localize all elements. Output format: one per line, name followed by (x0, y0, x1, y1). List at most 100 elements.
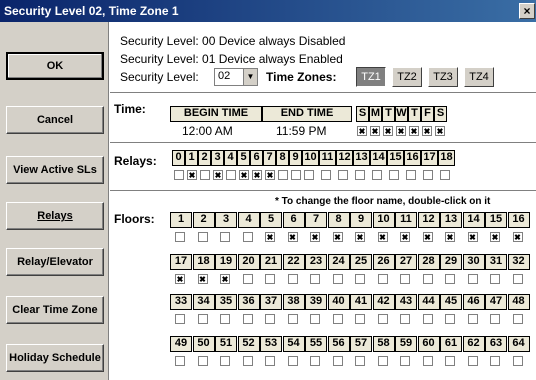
relay-number[interactable]: 11 (319, 150, 336, 166)
floor-number[interactable]: 33 (170, 294, 192, 310)
holiday-schedule-button[interactable]: Holiday Schedule (6, 344, 104, 372)
floor-checkbox[interactable] (175, 232, 185, 242)
floor-number[interactable]: 16 (507, 212, 530, 228)
floor-checkbox[interactable] (445, 356, 455, 366)
floor-checkbox[interactable] (242, 314, 253, 324)
floor-checkbox[interactable] (422, 274, 433, 284)
floor-checkbox[interactable] (490, 274, 500, 284)
relay-number[interactable]: 9 (289, 150, 302, 166)
floor-checkbox[interactable] (310, 232, 320, 242)
relay-checkbox[interactable] (239, 170, 249, 180)
floor-checkbox[interactable] (175, 274, 185, 284)
floor-number[interactable]: 47 (485, 294, 507, 310)
floor-number[interactable]: 40 (327, 294, 350, 310)
floor-checkbox[interactable] (310, 314, 320, 324)
relay-number[interactable]: 8 (276, 150, 289, 166)
floor-number[interactable]: 45 (440, 294, 462, 310)
relay-number[interactable]: 12 (336, 150, 353, 166)
floor-number[interactable]: 25 (350, 254, 372, 270)
floor-checkbox[interactable] (265, 356, 275, 366)
floor-number[interactable]: 17 (170, 254, 192, 270)
floor-number[interactable]: 7 (305, 212, 327, 228)
floor-number[interactable]: 22 (282, 254, 305, 270)
floor-number[interactable]: 9 (350, 212, 372, 228)
relay-checkbox[interactable] (226, 170, 236, 180)
relay-checkbox[interactable] (213, 170, 223, 180)
floor-number[interactable]: 30 (462, 254, 485, 270)
relay-checkbox[interactable] (389, 170, 399, 180)
floor-checkbox[interactable] (355, 274, 365, 284)
floor-checkbox[interactable] (355, 232, 365, 242)
relay-number[interactable]: 10 (302, 150, 319, 166)
floor-checkbox[interactable] (445, 314, 455, 324)
floor-number[interactable]: 18 (192, 254, 215, 270)
tab-tz2[interactable]: TZ2 (392, 67, 422, 87)
floor-number[interactable]: 43 (395, 294, 417, 310)
floor-number[interactable]: 14 (462, 212, 485, 228)
floor-number[interactable]: 10 (372, 212, 395, 228)
floor-number[interactable]: 5 (260, 212, 282, 228)
floor-checkbox[interactable] (332, 314, 343, 324)
floor-number[interactable]: 34 (192, 294, 215, 310)
floor-checkbox[interactable] (490, 356, 500, 366)
relay-checkbox[interactable] (338, 170, 348, 180)
relay-checkbox[interactable] (304, 170, 314, 180)
day-checkbox[interactable] (370, 126, 380, 136)
begin-time-value[interactable]: 12:00 AM (182, 124, 233, 138)
floor-number[interactable]: 61 (440, 336, 462, 352)
relay-number[interactable]: 14 (370, 150, 387, 166)
relay-number[interactable]: 7 (263, 150, 276, 166)
floor-number[interactable]: 31 (485, 254, 507, 270)
floor-checkbox[interactable] (355, 314, 365, 324)
relay-checkbox[interactable] (355, 170, 365, 180)
floor-checkbox[interactable] (445, 274, 455, 284)
floor-checkbox[interactable] (377, 232, 388, 242)
floor-number[interactable]: 35 (215, 294, 237, 310)
relay-number[interactable]: 2 (198, 150, 211, 166)
floor-number[interactable]: 58 (372, 336, 395, 352)
floor-number[interactable]: 24 (327, 254, 350, 270)
floor-checkbox[interactable] (220, 356, 230, 366)
floor-number[interactable]: 39 (305, 294, 327, 310)
close-icon[interactable]: × (519, 3, 535, 19)
floor-number[interactable]: 12 (417, 212, 440, 228)
relay-checkbox[interactable] (265, 170, 275, 180)
floor-checkbox[interactable] (377, 314, 388, 324)
floor-number[interactable]: 49 (170, 336, 192, 352)
relay-checkbox[interactable] (291, 170, 301, 180)
floor-checkbox[interactable] (242, 356, 253, 366)
floor-checkbox[interactable] (287, 232, 298, 242)
floor-number[interactable]: 54 (282, 336, 305, 352)
floor-number[interactable]: 50 (192, 336, 215, 352)
floor-checkbox[interactable] (512, 232, 523, 242)
relay-checkbox[interactable] (278, 170, 288, 180)
floor-checkbox[interactable] (422, 356, 433, 366)
relay-checkbox[interactable] (406, 170, 416, 180)
day-checkbox[interactable] (396, 126, 406, 136)
floor-number[interactable]: 36 (237, 294, 260, 310)
floor-checkbox[interactable] (220, 274, 230, 284)
floor-checkbox[interactable] (512, 274, 523, 284)
day-checkbox[interactable] (435, 126, 445, 136)
relay-number[interactable]: 15 (387, 150, 404, 166)
floor-number[interactable]: 32 (507, 254, 530, 270)
floor-number[interactable]: 62 (462, 336, 485, 352)
relay-number[interactable]: 0 (172, 150, 185, 166)
floor-number[interactable]: 4 (237, 212, 260, 228)
floor-checkbox[interactable] (197, 274, 208, 284)
day-checkbox[interactable] (357, 126, 367, 136)
relay-checkbox[interactable] (440, 170, 450, 180)
floor-checkbox[interactable] (400, 274, 410, 284)
floor-number[interactable]: 6 (282, 212, 305, 228)
floor-checkbox[interactable] (242, 232, 253, 242)
floor-checkbox[interactable] (512, 314, 523, 324)
relay-checkbox[interactable] (187, 170, 197, 180)
floor-checkbox[interactable] (310, 356, 320, 366)
floor-number[interactable]: 8 (327, 212, 350, 228)
floor-checkbox[interactable] (467, 232, 478, 242)
floor-checkbox[interactable] (490, 232, 500, 242)
floor-number[interactable]: 42 (372, 294, 395, 310)
floor-number[interactable]: 52 (237, 336, 260, 352)
relay-checkbox[interactable] (372, 170, 382, 180)
floor-checkbox[interactable] (265, 274, 275, 284)
